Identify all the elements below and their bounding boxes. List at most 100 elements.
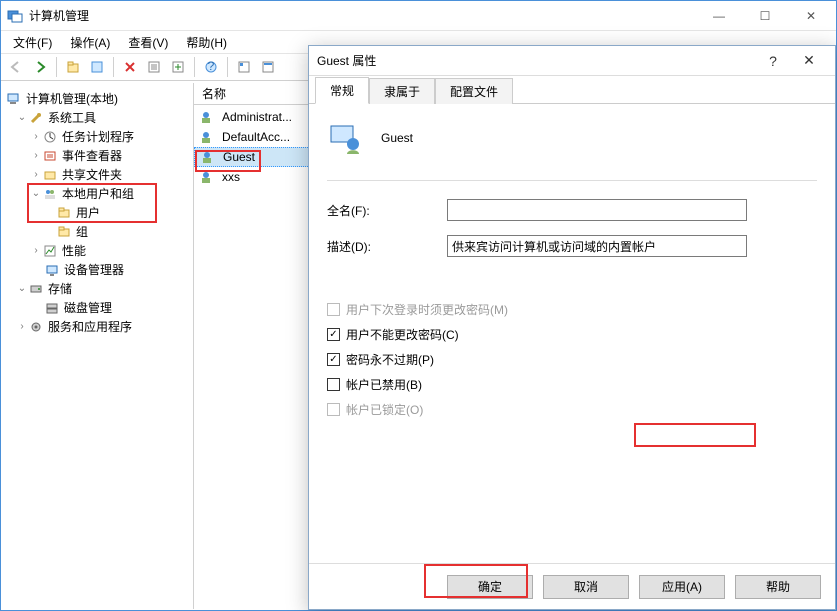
separator [56,57,57,77]
refresh-icon[interactable] [143,56,165,78]
tab-memberof[interactable]: 隶属于 [369,78,435,104]
expander-icon[interactable]: ⌄ [30,188,42,199]
checkbox-account-disabled[interactable]: 帐户已禁用(B) [327,376,817,393]
close-button[interactable]: ✕ [788,1,834,31]
export-icon[interactable] [167,56,189,78]
tree-label: 本地用户和组 [62,185,134,202]
event-icon [42,148,58,164]
tree-performance[interactable]: ›性能 [6,241,189,260]
checkbox-icon[interactable]: ✓ [327,353,340,366]
back-button[interactable] [5,56,27,78]
dialog-help-button[interactable]: ? [755,53,791,69]
tree-local-users-groups[interactable]: ⌄ 本地用户和组 [6,184,189,203]
user-identity: Guest [327,120,817,156]
description-input[interactable] [447,235,747,257]
tree-task-scheduler[interactable]: › 任务计划程序 [6,127,189,146]
dialog-title: Guest 属性 [317,52,755,69]
cancel-button[interactable]: 取消 [543,575,629,599]
tree-device-manager[interactable]: 设备管理器 [6,260,189,279]
menu-file[interactable]: 文件(F) [5,32,60,53]
expander-icon[interactable]: ⌄ [16,283,28,294]
checkbox-must-change: 用户下次登录时须更改密码(M) [327,301,817,318]
menu-help[interactable]: 帮助(H) [178,32,235,53]
description-row: 描述(D): [327,235,817,257]
computer-icon [6,91,22,107]
list-label: Administrat... [222,110,292,124]
fullname-input[interactable] [447,199,747,221]
expander-icon[interactable]: › [30,245,42,256]
tree-users[interactable]: 用户 [6,203,189,222]
expander-icon[interactable]: › [30,169,42,180]
checkbox-label: 帐户已禁用(B) [346,376,422,393]
app-icon [7,8,23,24]
perf-icon [42,243,58,259]
tree-label: 设备管理器 [64,261,124,278]
tree-disk-management[interactable]: 磁盘管理 [6,298,189,317]
maximize-button[interactable]: ☐ [742,1,788,31]
checkbox-icon[interactable] [327,378,340,391]
storage-icon [28,281,44,297]
users-icon [42,186,58,202]
view-list-icon[interactable] [233,56,255,78]
up-button[interactable] [62,56,84,78]
device-icon [44,262,60,278]
list-label: xxs [222,170,240,184]
delete-icon[interactable] [119,56,141,78]
fullname-row: 全名(F): [327,199,817,221]
tree-system-tools[interactable]: ⌄系统工具 [6,108,189,127]
minimize-button[interactable]: — [696,1,742,31]
expander-icon[interactable]: ⌄ [16,112,28,123]
help-button[interactable]: 帮助 [735,575,821,599]
tree-label: 磁盘管理 [64,299,112,316]
svg-text:?: ? [208,60,215,73]
checkbox-icon[interactable]: ✓ [327,328,340,341]
menu-view[interactable]: 查看(V) [120,32,176,53]
tree-label: 服务和应用程序 [48,318,132,335]
checkbox-cannot-change[interactable]: ✓ 用户不能更改密码(C) [327,326,817,343]
tree-groups[interactable]: 组 [6,222,189,241]
tree-shared-folders[interactable]: ›共享文件夹 [6,165,189,184]
checkbox-icon [327,403,340,416]
separator [227,57,228,77]
properties-dialog: Guest 属性 ? ✕ 常规 隶属于 配置文件 Guest 全名(F): 描述… [308,45,836,610]
username-label: Guest [381,131,413,145]
tree-label: 组 [76,223,88,240]
fullname-label: 全名(F): [327,202,447,219]
tab-profile[interactable]: 配置文件 [435,78,513,104]
titlebar: 计算机管理 — ☐ ✕ [1,1,836,31]
clock-icon [42,129,58,145]
description-label: 描述(D): [327,238,447,255]
expander-icon[interactable]: › [30,131,42,142]
forward-button[interactable] [29,56,51,78]
user-icon [198,129,214,145]
view-detail-icon[interactable] [257,56,279,78]
checkbox-never-expire[interactable]: ✓ 密码永不过期(P) [327,351,817,368]
properties-icon[interactable] [86,56,108,78]
folder-icon [56,205,72,221]
expander-icon[interactable]: › [30,150,42,161]
help-icon[interactable]: ? [200,56,222,78]
tab-general[interactable]: 常规 [315,77,369,104]
dialog-body: Guest 全名(F): 描述(D): 用户下次登录时须更改密码(M) ✓ 用户… [309,104,835,564]
checkbox-label: 用户下次登录时须更改密码(M) [346,301,508,318]
tree-label: 计算机管理(本地) [26,90,118,107]
tree-services-apps[interactable]: › 服务和应用程序 [6,317,189,336]
tree-label: 任务计划程序 [62,128,134,145]
folder-icon [56,224,72,240]
share-icon [42,167,58,183]
tree-event-viewer[interactable]: ›事件查看器 [6,146,189,165]
apply-button[interactable]: 应用(A) [639,575,725,599]
expander-icon[interactable]: › [16,321,28,332]
user-large-icon [327,120,363,156]
tree-root[interactable]: 计算机管理(本地) [6,89,189,108]
window-title: 计算机管理 [29,7,696,24]
dialog-close-button[interactable]: ✕ [791,52,827,69]
tree-label: 存储 [48,280,72,297]
wrench-icon [28,110,44,126]
ok-button[interactable]: 确定 [447,575,533,599]
tree-storage[interactable]: ⌄ 存储 [6,279,189,298]
list-label: DefaultAcc... [222,130,290,144]
checkbox-label: 密码永不过期(P) [346,351,434,368]
dialog-titlebar: Guest 属性 ? ✕ [309,46,835,76]
menu-action[interactable]: 操作(A) [62,32,118,53]
